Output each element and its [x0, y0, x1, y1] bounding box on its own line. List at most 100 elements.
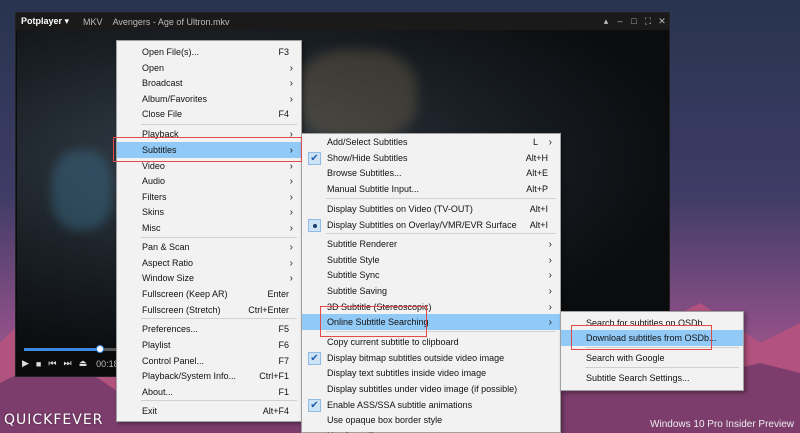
maximize-icon[interactable]: □	[629, 17, 639, 26]
menu-item-subtitle-renderer[interactable]: Subtitle Renderer ›	[302, 236, 560, 252]
menu-item-label: Preferences...	[142, 324, 199, 334]
chevron-right-icon: ›	[289, 62, 293, 74]
menu-item-skins[interactable]: Skins ›	[117, 204, 301, 220]
menu-item-shortcut: F6	[278, 340, 289, 350]
menu-item-add-select-subtitles[interactable]: Add/Select Subtitles L ›	[302, 134, 560, 150]
minimize-icon[interactable]: –	[615, 17, 625, 26]
menu-item-display-bitmap-subtitles-outside-video-image[interactable]: ✔ Display bitmap subtitles outside video …	[302, 350, 560, 366]
menu-item-misc[interactable]: Misc ›	[117, 220, 301, 236]
menu-item-label: Use opaque box border style	[327, 415, 443, 425]
play-icon[interactable]: ▶	[22, 358, 29, 369]
menu-item-use-opaque-box-border-style[interactable]: Use opaque box border style	[302, 412, 560, 428]
menu-item-open-file-s[interactable]: Open File(s)... F3	[117, 44, 301, 60]
chevron-right-icon: ›	[289, 175, 293, 187]
menu-item-shortcut: F5	[278, 324, 289, 334]
menu-item-display-text-subtitles-inside-video-image[interactable]: Display text subtitles inside video imag…	[302, 365, 560, 381]
menu-separator	[141, 124, 297, 125]
chevron-right-icon: ›	[289, 222, 293, 234]
menu-item-label: Display bitmap subtitles outside video i…	[327, 353, 505, 363]
menu-item-about[interactable]: About... F1	[117, 384, 301, 400]
menu-item-label: Audio	[142, 176, 166, 186]
pin-icon[interactable]: ▴	[601, 17, 611, 26]
menu-item-manual-subtitle-input[interactable]: Manual Subtitle Input... Alt+P	[302, 181, 560, 197]
menu-item-label: Pan & Scan	[142, 242, 190, 252]
menu-item-subtitle-search-settings[interactable]: Subtitle Search Settings...	[561, 370, 743, 386]
menu-item-label: Open	[142, 63, 165, 73]
menu-item-label: Playback/System Info...	[142, 371, 237, 381]
site-watermark: QUICKFEVER	[4, 412, 104, 428]
menu-item-display-subtitles-on-overlay-vmr-evr-surface[interactable]: Display Subtitles on Overlay/VMR/EVR Sur…	[302, 217, 560, 233]
menu-item-filters[interactable]: Filters ›	[117, 189, 301, 205]
fullscreen-icon[interactable]: ⛶	[643, 17, 653, 26]
next-icon[interactable]: ⏭	[63, 358, 71, 369]
menu-item-playback[interactable]: Playback ›	[117, 126, 301, 142]
menu-item-3d-subtitle-stereoscopic[interactable]: 3D Subtitle (Stereoscopic) ›	[302, 299, 560, 315]
menu-item-subtitle-sync[interactable]: Subtitle Sync ›	[302, 267, 560, 283]
menu-item-subtitle-saving[interactable]: Subtitle Saving ›	[302, 283, 560, 299]
menu-item-subtitles[interactable]: Subtitles ›	[117, 142, 301, 158]
menu-item-search-for-subtitles-on-osdb[interactable]: Search for subtitles on OSDb...	[561, 315, 743, 331]
chevron-right-icon: ›	[548, 285, 552, 297]
radio-dot-icon	[308, 218, 321, 232]
menu-item-playlist[interactable]: Playlist F6	[117, 337, 301, 353]
menu-item-shortcut: Alt+H	[525, 153, 548, 163]
menu-item-fullscreen-stretch[interactable]: Fullscreen (Stretch) Ctrl+Enter	[117, 302, 301, 318]
menu-item-control-panel[interactable]: Control Panel... F7	[117, 353, 301, 369]
menu-item-subtitle-style[interactable]: Subtitle Style ›	[302, 252, 560, 268]
menu-item-display-subtitles-on-video-tv-out[interactable]: Display Subtitles on Video (TV-OUT) Alt+I	[302, 201, 560, 217]
menu-item-label: Display subtitles under video image (if …	[327, 384, 518, 394]
menu-item-shortcut: F7	[278, 356, 289, 366]
menu-item-exit[interactable]: Exit Alt+F4	[117, 403, 301, 419]
menu-item-show-hide-subtitles[interactable]: ✔ Show/Hide Subtitles Alt+H	[302, 150, 560, 166]
menu-item-use-font-effects[interactable]: Use font effects	[302, 428, 560, 433]
main-context-menu: Open File(s)... F3 Open › Broadcast › Album/Fa…	[116, 40, 302, 422]
menu-item-audio[interactable]: Audio ›	[117, 173, 301, 189]
eject-icon[interactable]: ⏏	[79, 358, 88, 369]
chevron-right-icon: ›	[289, 128, 293, 140]
menu-item-pan-scan[interactable]: Pan & Scan ›	[117, 239, 301, 255]
menu-item-label: Enable ASS/SSA subtitle animations	[327, 400, 473, 410]
seek-progress	[24, 348, 101, 351]
menu-item-label: Playback	[142, 129, 179, 139]
chevron-right-icon: ›	[548, 301, 552, 313]
menu-item-enable-ass-ssa-subtitle-animations[interactable]: ✔ Enable ASS/SSA subtitle animations	[302, 397, 560, 413]
menu-item-window-size[interactable]: Window Size ›	[117, 270, 301, 286]
chevron-right-icon: ›	[289, 206, 293, 218]
menu-item-fullscreen-keep-ar[interactable]: Fullscreen (Keep AR) Enter	[117, 286, 301, 302]
menu-item-album-favorites[interactable]: Album/Favorites ›	[117, 91, 301, 107]
menu-item-display-subtitles-under-video-image-if-possible[interactable]: Display subtitles under video image (if …	[302, 381, 560, 397]
menu-item-download-subtitles-from-osdb[interactable]: Download subtitles from OSDb...	[561, 330, 743, 346]
menu-item-browse-subtitles[interactable]: Browse Subtitles... Alt+E	[302, 165, 560, 181]
chevron-right-icon: ›	[289, 144, 293, 156]
stop-icon[interactable]: ■	[36, 359, 41, 369]
menu-item-video[interactable]: Video ›	[117, 158, 301, 174]
menu-item-label: Aspect Ratio	[142, 258, 194, 268]
menu-item-shortcut: Alt+F4	[262, 406, 289, 416]
menu-item-close-file[interactable]: Close File F4	[117, 106, 301, 122]
menu-item-label: Broadcast	[142, 78, 183, 88]
menu-item-open[interactable]: Open ›	[117, 60, 301, 76]
menu-item-shortcut: Alt+P	[526, 184, 548, 194]
chevron-right-icon: ›	[548, 238, 552, 250]
menu-item-label: Browse Subtitles...	[327, 168, 402, 178]
menu-item-label: Subtitles	[142, 145, 177, 155]
file-name: Avengers - Age of Ultron.mkv	[112, 16, 230, 27]
menu-separator	[141, 400, 297, 401]
app-menu-button[interactable]: Potplayer ▾	[16, 16, 79, 27]
menu-separator	[326, 198, 556, 199]
menu-item-playback-system-info[interactable]: Playback/System Info... Ctrl+F1	[117, 368, 301, 384]
menu-item-label: Skins	[142, 207, 165, 217]
menu-item-search-with-google[interactable]: Search with Google	[561, 350, 743, 366]
menu-item-copy-current-subtitle-to-clipboard[interactable]: Copy current subtitle to clipboard	[302, 334, 560, 350]
close-icon[interactable]: ✕	[657, 17, 667, 26]
previous-icon[interactable]: ⏮	[48, 358, 56, 369]
title-bar: Potplayer ▾ MKV Avengers - Age of Ultron…	[16, 13, 669, 30]
menu-item-broadcast[interactable]: Broadcast ›	[117, 75, 301, 91]
menu-item-label: Download subtitles from OSDb...	[586, 333, 717, 343]
menu-item-online-subtitle-searching[interactable]: Online Subtitle Searching ›	[302, 314, 560, 330]
menu-item-shortcut: L	[532, 137, 538, 147]
menu-item-label: 3D Subtitle (Stereoscopic)	[327, 302, 432, 312]
menu-item-preferences[interactable]: Preferences... F5	[117, 321, 301, 337]
menu-item-label: Search with Google	[586, 353, 665, 363]
menu-item-aspect-ratio[interactable]: Aspect Ratio ›	[117, 255, 301, 271]
